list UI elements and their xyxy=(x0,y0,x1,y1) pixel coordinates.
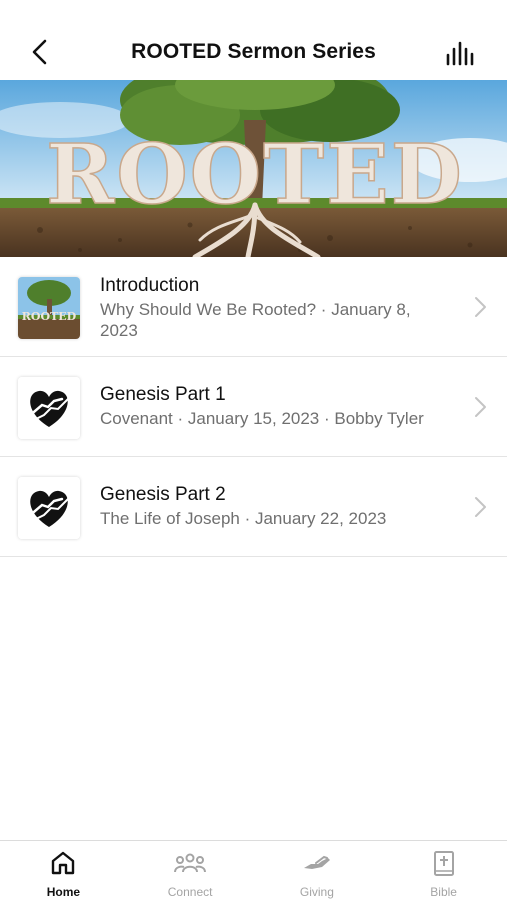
list-item[interactable]: ROOTED Introduction Why Should We Be Roo… xyxy=(0,257,507,357)
tab-label: Home xyxy=(46,885,81,899)
chevron-right-icon xyxy=(475,397,486,417)
banner-title: ROOTED xyxy=(46,127,464,223)
sermon-list: ROOTED Introduction Why Should We Be Roo… xyxy=(0,257,507,557)
tab-label: Giving xyxy=(299,885,334,899)
tab-label: Connect xyxy=(167,885,213,899)
series-banner: ROOTED xyxy=(0,80,507,257)
tab-home[interactable]: Home xyxy=(0,841,127,900)
tab-bar: Home Connect Giving Bible xyxy=(0,840,507,900)
sermon-title: Genesis Part 2 xyxy=(100,484,226,505)
heart-hands-thumbnail xyxy=(18,477,80,539)
list-item[interactable]: Genesis Part 2 The Life of Joseph · Janu… xyxy=(0,457,507,557)
sermon-title: Genesis Part 1 xyxy=(100,384,226,405)
tab-connect[interactable]: Connect xyxy=(127,841,254,900)
home-icon xyxy=(52,851,75,875)
sermon-subtitle: The Life of Joseph · January 22, 2023 xyxy=(100,509,387,528)
sermon-subtitle: Why Should We Be Rooted? · January 8, 20… xyxy=(100,300,411,340)
giving-hand-icon xyxy=(303,855,330,869)
status-bar xyxy=(0,0,507,24)
tree-thumbnail: ROOTED xyxy=(18,277,80,339)
page-title: ROOTED Sermon Series xyxy=(131,40,376,63)
heart-hands-thumbnail xyxy=(18,377,80,439)
people-icon xyxy=(174,853,207,873)
audio-bars-icon xyxy=(446,41,474,66)
audio-button[interactable] xyxy=(445,40,477,68)
tab-giving[interactable]: Giving xyxy=(254,841,381,900)
tab-bible[interactable]: Bible xyxy=(380,841,507,900)
chevron-right-icon xyxy=(475,497,486,517)
svg-text:ROOTED: ROOTED xyxy=(22,310,77,323)
list-item[interactable]: Genesis Part 1 Covenant · January 15, 20… xyxy=(0,357,507,457)
chevron-right-icon xyxy=(475,297,486,317)
tab-label: Bible xyxy=(430,885,457,899)
nav-bar: ROOTED Sermon Series xyxy=(0,24,507,80)
sermon-title: Introduction xyxy=(100,275,200,296)
sermon-subtitle: Covenant · January 15, 2023 · Bobby Tyle… xyxy=(100,409,424,428)
bible-icon xyxy=(433,851,454,876)
